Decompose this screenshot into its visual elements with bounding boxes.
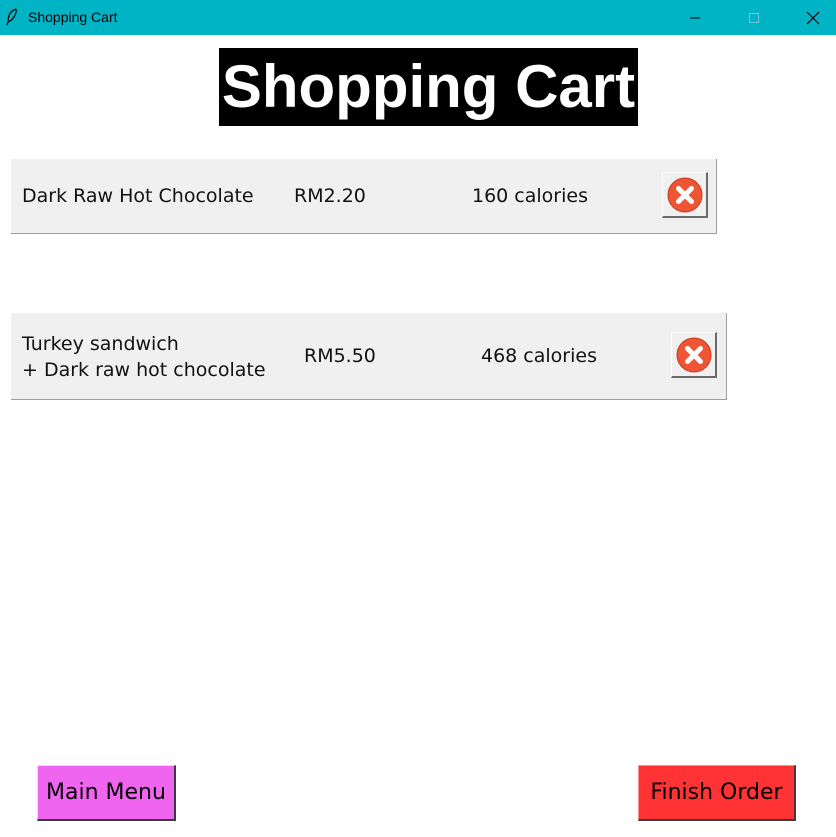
- maximize-button[interactable]: [731, 0, 777, 35]
- close-button[interactable]: [790, 0, 836, 35]
- item-name: Dark Raw Hot Chocolate: [22, 185, 254, 207]
- remove-item-button[interactable]: [671, 332, 717, 378]
- maximize-icon: [749, 12, 759, 23]
- item-calories: 160 calories: [472, 185, 588, 207]
- item-name-line: + Dark raw hot chocolate: [22, 359, 266, 381]
- remove-circle-x-icon: [667, 177, 702, 212]
- item-price: RM5.50: [304, 345, 376, 367]
- main-menu-button[interactable]: Main Menu: [37, 765, 176, 821]
- item-name-line: Turkey sandwich: [22, 333, 179, 355]
- cart-item-row: Turkey sandwich + Dark raw hot chocolate…: [11, 313, 727, 400]
- minimize-button[interactable]: [672, 0, 718, 35]
- item-calories: 468 calories: [481, 345, 597, 367]
- cart-item-row: Dark Raw Hot Chocolate RM2.20 160 calori…: [11, 159, 717, 234]
- finish-order-button[interactable]: Finish Order: [638, 765, 796, 821]
- item-name: Turkey sandwich + Dark raw hot chocolate: [22, 331, 266, 383]
- remove-circle-x-icon: [676, 337, 711, 372]
- window-title: Shopping Cart: [28, 9, 118, 25]
- close-icon: [806, 11, 820, 24]
- remove-item-button[interactable]: [662, 172, 708, 218]
- window-titlebar: Shopping Cart: [0, 0, 836, 35]
- item-price: RM2.20: [294, 185, 366, 207]
- minimize-icon: [690, 17, 700, 18]
- page-title: Shopping Cart: [219, 48, 638, 126]
- feather-icon: [6, 8, 17, 26]
